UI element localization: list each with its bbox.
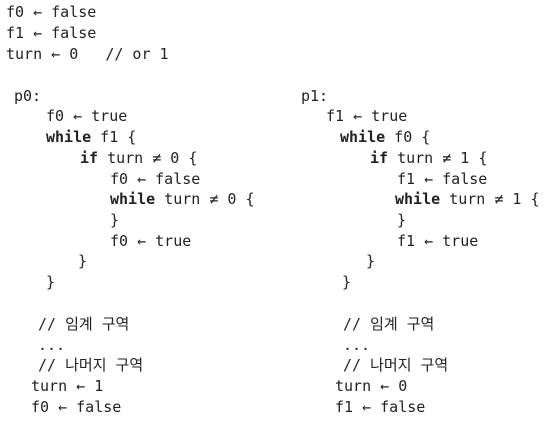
- p0-while-condition: f1 {: [91, 128, 137, 146]
- p1-inner-while-condition: turn ≠ 1 {: [440, 190, 540, 208]
- p0-if-close: }: [78, 252, 88, 270]
- p1-while-line: while f0 {: [340, 127, 430, 147]
- init-f0: f0 ← false: [6, 3, 97, 21]
- code-listing: f0 ← false f1 ← false turn ← 0 // or 1 p…: [0, 0, 552, 421]
- p0-if-condition: turn ≠ 0 {: [98, 149, 198, 167]
- p0-if-keyword: if: [80, 149, 99, 167]
- p1-if-line: if turn ≠ 1 {: [370, 148, 487, 168]
- p1-while-close: }: [342, 273, 352, 291]
- p0-ellipsis: ...: [38, 336, 66, 354]
- p0-set-turn: turn ← 1: [31, 377, 104, 395]
- p1-set-turn: turn ← 0: [335, 377, 408, 395]
- p0-critical-comment: // 임계 구역: [38, 315, 130, 333]
- p0-set-flag: f0 ← true: [46, 107, 128, 125]
- p0-while-line: while f1 {: [46, 127, 136, 147]
- p1-release-flag: f1 ← false: [335, 398, 426, 416]
- p1-while-keyword: while: [340, 128, 386, 146]
- p1-set-flag: f1 ← true: [326, 107, 408, 125]
- p1-inner-while-keyword: while: [395, 190, 441, 208]
- p0-clear-flag: f0 ← false: [110, 170, 201, 188]
- p1-if-close: }: [366, 252, 376, 270]
- p1-inner-while-line: while turn ≠ 1 {: [395, 189, 540, 209]
- p0-reset-flag: f0 ← true: [110, 232, 192, 250]
- p1-reset-flag: f1 ← true: [397, 232, 479, 250]
- p1-critical-comment: // 임계 구역: [343, 315, 435, 333]
- p1-ellipsis: ...: [343, 336, 371, 354]
- init-turn: turn ← 0 // or 1: [6, 45, 169, 63]
- p1-while-condition: f0 {: [385, 128, 431, 146]
- p0-inner-while-keyword: while: [110, 190, 156, 208]
- p1-clear-flag: f1 ← false: [397, 170, 488, 188]
- p0-if-line: if turn ≠ 0 {: [80, 148, 197, 168]
- p0-inner-while-line: while turn ≠ 0 {: [110, 189, 255, 209]
- p0-inner-while-condition: turn ≠ 0 {: [155, 190, 255, 208]
- p1-remainder-comment: // 나머지 구역: [343, 356, 449, 374]
- p0-while-keyword: while: [46, 128, 92, 146]
- init-f1: f1 ← false: [6, 24, 97, 42]
- p0-inner-close: }: [110, 211, 120, 229]
- p0-label: p0:: [14, 87, 42, 105]
- p0-release-flag: f0 ← false: [31, 398, 122, 416]
- p1-label: p1:: [301, 87, 329, 105]
- p1-if-keyword: if: [370, 149, 389, 167]
- p0-while-close: }: [46, 273, 56, 291]
- p1-inner-close: }: [397, 211, 407, 229]
- p0-remainder-comment: // 나머지 구역: [38, 356, 144, 374]
- p1-if-condition: turn ≠ 1 {: [388, 149, 488, 167]
